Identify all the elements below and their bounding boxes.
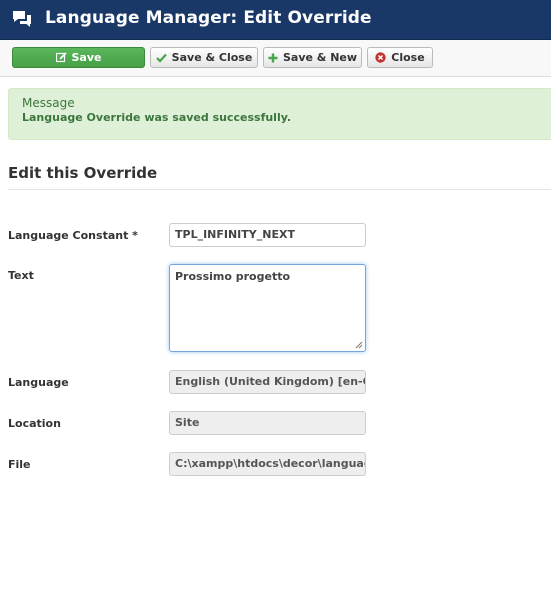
- save-and-new-label: Save & New: [282, 51, 358, 64]
- language-label: Language: [8, 376, 69, 389]
- resize-grip-icon[interactable]: [355, 341, 363, 349]
- edit-icon: [55, 52, 67, 63]
- save-and-close-label: Save & Close: [171, 51, 253, 64]
- save-button[interactable]: Save: [12, 47, 145, 68]
- save-button-label: Save: [71, 51, 102, 64]
- close-button-label: Close: [391, 51, 425, 64]
- page-header: Language Manager: Edit Override: [0, 0, 551, 40]
- file-field: C:\xampp\htdocs\decor\language\overrides…: [169, 452, 366, 476]
- toolbar: Save Save & Close Save & New Close: [0, 40, 551, 77]
- checkmark-icon: [155, 53, 167, 63]
- save-and-new-button[interactable]: Save & New: [263, 47, 362, 68]
- text-label: Text: [8, 269, 34, 282]
- location-field: Site: [169, 411, 366, 435]
- text-textarea[interactable]: Prossimo progetto: [169, 264, 366, 352]
- comments-icon: [13, 11, 31, 27]
- language-constant-label: Language Constant *: [8, 229, 138, 242]
- text-textarea-value: Prossimo progetto: [175, 270, 291, 283]
- file-label: File: [8, 458, 31, 471]
- success-message: Message Language Override was saved succ…: [8, 88, 551, 140]
- language-field: English (United Kingdom) [en-GB]: [169, 370, 366, 394]
- language-constant-input[interactable]: TPL_INFINITY_NEXT: [169, 223, 366, 247]
- cancel-circle-icon: [375, 52, 386, 63]
- plus-icon: [268, 53, 278, 63]
- form-legend: Edit this Override: [8, 164, 158, 182]
- close-button[interactable]: Close: [367, 47, 433, 68]
- message-text: Language Override was saved successfully…: [22, 111, 292, 124]
- message-heading: Message: [22, 96, 75, 110]
- save-and-close-button[interactable]: Save & Close: [150, 47, 258, 68]
- location-label: Location: [8, 417, 61, 430]
- legend-divider: [8, 189, 551, 190]
- page-title: Language Manager: Edit Override: [45, 8, 372, 28]
